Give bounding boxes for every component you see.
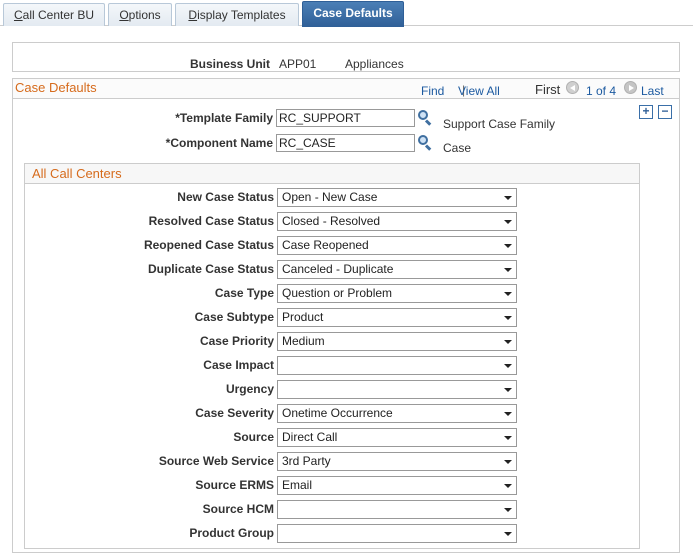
view-all-link[interactable]: View All (458, 84, 500, 98)
case-type-label: Case Type (214, 286, 274, 300)
resolved-case-status-label: Resolved Case Status (148, 214, 274, 228)
chevron-down-icon (504, 244, 512, 248)
source-erms-selected-value: Email (282, 478, 313, 492)
component-name-description: Case (443, 141, 472, 155)
reopened-case-status-select[interactable]: Case Reopened (277, 236, 517, 255)
tab-case-defaults[interactable]: Case Defaults (302, 1, 404, 27)
row-count: 1 of 4 (586, 84, 617, 98)
new-case-status-select[interactable]: Open - New Case (277, 188, 517, 207)
case-severity-label: Case Severity (195, 406, 274, 420)
business-unit-value: APP01 (279, 57, 317, 71)
component-name-label: *Component Name (165, 136, 273, 150)
chevron-down-icon (504, 196, 512, 200)
duplicate-case-status-select[interactable]: Canceled - Duplicate (277, 260, 517, 279)
duplicate-case-status-label: Duplicate Case Status (147, 262, 274, 276)
chevron-down-icon (504, 292, 512, 296)
tab-display-templates-accesskey: D (188, 8, 198, 22)
chevron-down-icon (504, 268, 512, 272)
case-subtype-select[interactable]: Product (277, 308, 517, 327)
previous-row-icon[interactable] (566, 81, 579, 94)
chevron-down-icon (504, 484, 512, 488)
resolved-case-status-select[interactable]: Closed - Resolved (277, 212, 517, 231)
component-name-lookup-icon[interactable] (418, 135, 432, 151)
add-row-button[interactable]: + (639, 105, 653, 119)
case-type-select[interactable]: Question or Problem (277, 284, 517, 303)
product-group-select[interactable] (277, 524, 517, 543)
tab-options-accesskey: O (119, 8, 129, 22)
chevron-down-icon (504, 532, 512, 536)
tab-call-center-bu-label: all Center BU (22, 8, 95, 22)
urgency-label: Urgency (225, 382, 274, 396)
reopened-case-status-label: Reopened Case Status (143, 238, 274, 252)
tab-display-templates[interactable]: Display Templates (175, 3, 299, 26)
case-priority-label: Case Priority (199, 334, 274, 348)
source-web-service-select[interactable]: 3rd Party (277, 452, 517, 471)
tab-options-label: ptions (128, 8, 161, 22)
next-row-icon[interactable] (624, 81, 637, 94)
source-web-service-label: Source Web Service (158, 454, 274, 468)
source-selected-value: Direct Call (282, 430, 338, 444)
all-call-centers-header: All Call Centers (25, 164, 639, 184)
source-label: Source (233, 430, 274, 444)
resolved-case-status-selected-value: Closed - Resolved (282, 214, 381, 228)
new-case-status-selected-value: Open - New Case (282, 190, 378, 204)
source-hcm-select[interactable] (277, 500, 517, 519)
component-name-input[interactable]: RC_CASE (276, 134, 415, 152)
chevron-down-icon (504, 340, 512, 344)
product-group-label: Product Group (189, 526, 274, 540)
case-subtype-label: Case Subtype (194, 310, 274, 324)
tab-bar: Call Center BU Options Display Templates… (0, 0, 693, 27)
case-severity-selected-value: Onetime Occurrence (282, 406, 393, 420)
chevron-down-icon (504, 412, 512, 416)
case-priority-select[interactable]: Medium (277, 332, 517, 351)
chevron-down-icon (504, 364, 512, 368)
tab-call-center-bu[interactable]: Call Center BU (3, 3, 105, 26)
tab-display-templates-label: isplay Templates (197, 8, 286, 22)
case-defaults-title: Case Defaults (15, 80, 97, 95)
source-erms-select[interactable]: Email (277, 476, 517, 495)
chevron-down-icon (504, 436, 512, 440)
chevron-down-icon (504, 508, 512, 512)
chevron-down-icon (504, 460, 512, 464)
tab-call-center-bu-accesskey: C (13, 8, 23, 22)
all-call-centers-title: All Call Centers (32, 166, 122, 181)
source-select[interactable]: Direct Call (277, 428, 517, 447)
case-priority-selected-value: Medium (282, 334, 325, 348)
case-impact-label: Case Impact (203, 358, 274, 372)
case-subtype-selected-value: Product (282, 310, 324, 324)
case-impact-select[interactable] (277, 356, 517, 375)
case-defaults-header: Case Defaults Find | View All First 1 of… (13, 79, 679, 99)
case-type-selected-value: Question or Problem (282, 286, 393, 300)
source-hcm-label: Source HCM (202, 502, 274, 516)
chevron-down-icon (504, 316, 512, 320)
tab-options[interactable]: Options (108, 3, 172, 26)
template-family-label: *Template Family (175, 111, 273, 125)
business-unit-label: Business Unit (189, 57, 270, 71)
find-link[interactable]: Find (421, 84, 444, 98)
template-family-input[interactable]: RC_SUPPORT (276, 109, 415, 127)
urgency-select[interactable] (277, 380, 517, 399)
template-family-lookup-icon[interactable] (418, 110, 432, 126)
source-erms-label: Source ERMS (195, 478, 274, 492)
case-severity-select[interactable]: Onetime Occurrence (277, 404, 517, 423)
last-link[interactable]: Last (641, 84, 664, 98)
chevron-down-icon (504, 388, 512, 392)
source-web-service-selected-value: 3rd Party (282, 454, 331, 468)
delete-row-button[interactable]: − (658, 105, 672, 119)
new-case-status-label: New Case Status (177, 190, 274, 204)
template-family-description: Support Case Family (443, 117, 556, 131)
chevron-down-icon (504, 220, 512, 224)
reopened-case-status-selected-value: Case Reopened (282, 238, 369, 252)
duplicate-case-status-selected-value: Canceled - Duplicate (282, 262, 394, 276)
first-label: First (535, 82, 561, 97)
business-unit-description: Appliances (345, 57, 404, 71)
